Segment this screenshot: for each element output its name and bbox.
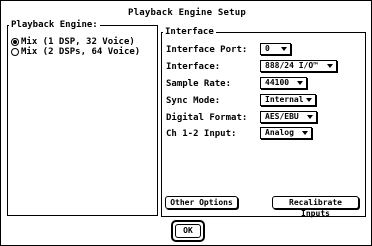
sync-mode-value: Internal bbox=[265, 95, 304, 104]
engine-option-2dsp[interactable]: Mix (2 DSPs, 64 Voice) bbox=[11, 47, 140, 57]
sync-mode-label: Sync Mode: bbox=[166, 96, 221, 106]
chevron-down-icon bbox=[307, 115, 313, 119]
interface-label: Interface: bbox=[166, 62, 221, 72]
ok-button[interactable]: OK bbox=[175, 224, 201, 238]
chevron-down-icon bbox=[302, 131, 308, 135]
interface-port-value: 0 bbox=[265, 44, 270, 53]
engine-option-1dsp[interactable]: Mix (1 DSP, 32 Voice) bbox=[11, 37, 135, 47]
sample-rate-popup[interactable]: 44100 bbox=[260, 77, 307, 89]
radio-selected-icon[interactable] bbox=[11, 38, 19, 46]
interface-group-label: Interface bbox=[163, 27, 216, 37]
interface-port-label: Interface Port: bbox=[166, 45, 248, 55]
chevron-down-icon bbox=[306, 98, 312, 102]
ch-1-2-input-value: Analog bbox=[265, 128, 294, 137]
digital-format-value: AES/EBU bbox=[265, 112, 299, 121]
sync-mode-popup[interactable]: Internal bbox=[260, 94, 316, 106]
interface-value: 888/24 I/O™ bbox=[265, 61, 318, 70]
playback-engine-setup-dialog: Playback Engine Setup Playback Engine: M… bbox=[0, 0, 372, 246]
interface-popup[interactable]: 888/24 I/O™ bbox=[260, 60, 337, 72]
radio-unselected-icon[interactable] bbox=[11, 48, 19, 56]
ch-1-2-input-label: Ch 1-2 Input: bbox=[166, 129, 237, 139]
playback-engine-label: Playback Engine: bbox=[9, 20, 100, 30]
ch-1-2-input-popup[interactable]: Analog bbox=[260, 127, 312, 139]
sample-rate-label: Sample Rate: bbox=[166, 79, 232, 89]
chevron-down-icon bbox=[297, 81, 303, 85]
digital-format-popup[interactable]: AES/EBU bbox=[260, 111, 317, 123]
digital-format-label: Digital Format: bbox=[166, 113, 248, 123]
dialog-title: Playback Engine Setup bbox=[128, 8, 246, 18]
chevron-down-icon bbox=[281, 47, 287, 51]
other-options-button[interactable]: Other Options bbox=[165, 196, 238, 209]
chevron-down-icon bbox=[327, 64, 333, 68]
engine-option-label: Mix (2 DSPs, 64 Voice) bbox=[21, 47, 141, 57]
sample-rate-value: 44100 bbox=[265, 78, 290, 87]
engine-option-label: Mix (1 DSP, 32 Voice) bbox=[21, 37, 135, 47]
recalibrate-inputs-button[interactable]: Recalibrate Inputs bbox=[272, 196, 359, 218]
interface-port-popup[interactable]: 0 bbox=[260, 43, 291, 55]
